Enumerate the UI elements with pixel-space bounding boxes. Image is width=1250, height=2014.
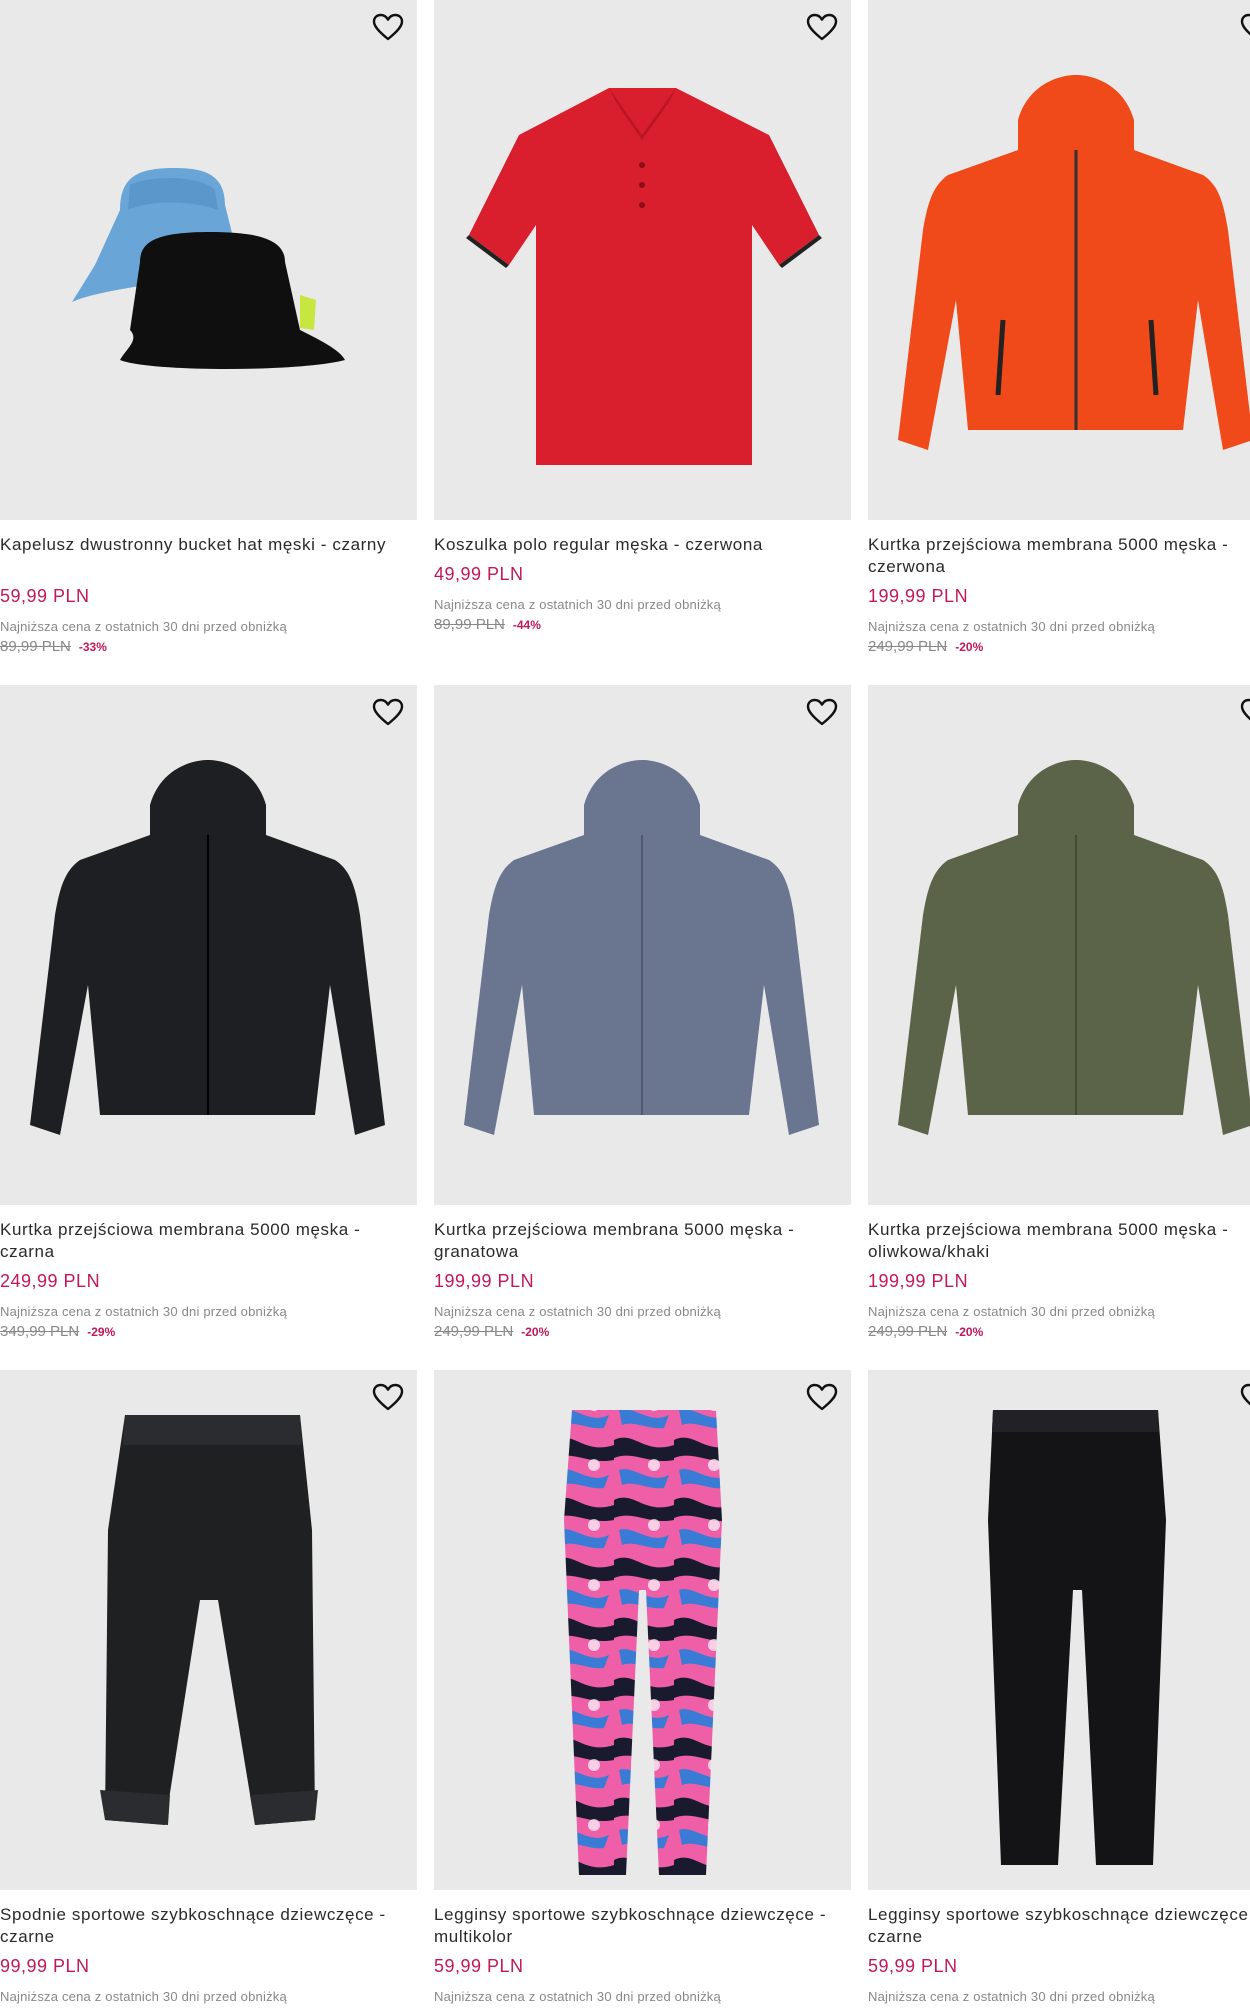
discount-badge: -33% <box>78 640 107 654</box>
leggings-image-black <box>988 1410 1166 1865</box>
product-image[interactable] <box>0 0 417 520</box>
favorite-heart-icon[interactable] <box>805 697 839 727</box>
product-name[interactable]: Kurtka przejściowa membrana 5000 męska -… <box>868 1219 1250 1263</box>
product-name[interactable]: Koszulka polo regular męska - czerwona <box>434 534 851 556</box>
old-price: 249,99 PLN <box>434 1323 514 1340</box>
lowest-price-label: Najniższa cena z ostatnich 30 dni przed … <box>434 1989 721 2004</box>
product-name[interactable]: Spodnie sportowe szybkoschnące dziewczęc… <box>0 1904 417 1948</box>
product-image[interactable] <box>0 685 417 1205</box>
lowest-price-label: Najniższa cena z ostatnich 30 dni przed … <box>0 619 287 634</box>
product-card[interactable]: Kurtka przejściowa membrana 5000 męska -… <box>434 685 851 1340</box>
favorite-heart-icon[interactable] <box>1239 12 1250 42</box>
product-card[interactable]: Legginsy sportowe szybkoschnące dziewczę… <box>868 1370 1250 2004</box>
product-price: 59,99 PLN <box>434 1956 524 1976</box>
favorite-heart-icon[interactable] <box>371 12 405 42</box>
product-image[interactable] <box>868 0 1250 520</box>
old-price-row: 249,99 PLN -20% <box>868 638 1250 655</box>
lowest-price-label: Najniższa cena z ostatnich 30 dni przed … <box>434 1304 721 1319</box>
product-card[interactable]: Kurtka przejściowa membrana 5000 męska -… <box>868 685 1250 1340</box>
old-price: 349,99 PLN <box>0 1323 80 1340</box>
lowest-price-label: Najniższa cena z ostatnich 30 dni przed … <box>868 1304 1155 1319</box>
product-card[interactable]: Legginsy sportowe szybkoschnące dziewczę… <box>434 1370 851 2004</box>
product-card[interactable]: Spodnie sportowe szybkoschnące dziewczęc… <box>0 1370 417 2004</box>
product-card[interactable]: Koszulka polo regular męska - czerwona 4… <box>434 0 851 633</box>
old-price-row: 249,99 PLN -20% <box>868 1323 1250 1340</box>
lowest-price-label: Najniższa cena z ostatnich 30 dni przed … <box>0 1304 287 1319</box>
leggings-image-multicolor <box>564 1410 722 1875</box>
product-price: 199,99 PLN <box>868 1271 969 1291</box>
product-image[interactable] <box>434 1370 851 1890</box>
product-name[interactable]: Kapelusz dwustronny bucket hat męski - c… <box>0 534 417 578</box>
lowest-price-label: Najniższa cena z ostatnich 30 dni przed … <box>434 597 721 612</box>
product-price: 199,99 PLN <box>434 1271 535 1291</box>
jacket-image-navy <box>434 685 851 1205</box>
old-price-row: 89,99 PLN -33% <box>0 638 417 655</box>
polo-shirt-image <box>466 88 822 465</box>
favorite-heart-icon[interactable] <box>1239 697 1250 727</box>
product-card[interactable]: Kurtka przejściowa membrana 5000 męska -… <box>868 0 1250 655</box>
old-price: 249,99 PLN <box>868 638 948 655</box>
lowest-price-label: Najniższa cena z ostatnich 30 dni przed … <box>868 619 1155 634</box>
discount-badge: -29% <box>87 1325 116 1339</box>
product-name[interactable]: Kurtka przejściowa membrana 5000 męska -… <box>0 1219 417 1263</box>
jacket-image-black <box>0 685 417 1205</box>
product-card[interactable]: Kapelusz dwustronny bucket hat męski - c… <box>0 0 417 655</box>
product-card[interactable]: Kurtka przejściowa membrana 5000 męska -… <box>0 685 417 1340</box>
product-grid: Kapelusz dwustronny bucket hat męski - c… <box>0 0 1250 2014</box>
favorite-heart-icon[interactable] <box>371 697 405 727</box>
product-image[interactable] <box>868 1370 1250 1890</box>
discount-badge: -20% <box>955 1325 984 1339</box>
discount-badge: -20% <box>955 640 984 654</box>
product-name[interactable]: Legginsy sportowe szybkoschnące dziewczę… <box>434 1904 851 1948</box>
product-price: 59,99 PLN <box>0 586 90 606</box>
jacket-image-red <box>868 0 1250 520</box>
bucket-hat-image <box>72 168 345 369</box>
discount-badge: -20% <box>521 1325 550 1339</box>
product-image[interactable] <box>434 685 851 1205</box>
favorite-heart-icon[interactable] <box>1239 1382 1250 1412</box>
old-price: 89,99 PLN <box>434 616 505 633</box>
discount-badge: -44% <box>512 618 541 632</box>
old-price: 249,99 PLN <box>868 1323 948 1340</box>
product-name[interactable]: Kurtka przejściowa membrana 5000 męska -… <box>868 534 1250 578</box>
old-price-row: 349,99 PLN -29% <box>0 1323 417 1340</box>
product-price: 59,99 PLN <box>868 1956 958 1976</box>
lowest-price-label: Najniższa cena z ostatnich 30 dni przed … <box>868 1989 1155 2004</box>
product-image[interactable] <box>434 0 851 520</box>
old-price: 89,99 PLN <box>0 638 71 655</box>
favorite-heart-icon[interactable] <box>805 1382 839 1412</box>
product-price: 49,99 PLN <box>434 564 524 584</box>
favorite-heart-icon[interactable] <box>805 12 839 42</box>
sweatpants-image-black <box>100 1415 318 1825</box>
product-name[interactable]: Kurtka przejściowa membrana 5000 męska -… <box>434 1219 851 1263</box>
product-price: 199,99 PLN <box>868 586 969 606</box>
jacket-image-khaki <box>868 685 1250 1205</box>
favorite-heart-icon[interactable] <box>371 1382 405 1412</box>
old-price-row: 89,99 PLN -44% <box>434 616 851 633</box>
product-price: 99,99 PLN <box>0 1956 90 1976</box>
product-image[interactable] <box>868 685 1250 1205</box>
product-name[interactable]: Legginsy sportowe szybkoschnące dziewczę… <box>868 1904 1250 1948</box>
product-price: 249,99 PLN <box>0 1271 101 1291</box>
old-price-row: 249,99 PLN -20% <box>434 1323 851 1340</box>
product-image[interactable] <box>0 1370 417 1890</box>
lowest-price-label: Najniższa cena z ostatnich 30 dni przed … <box>0 1989 287 2004</box>
